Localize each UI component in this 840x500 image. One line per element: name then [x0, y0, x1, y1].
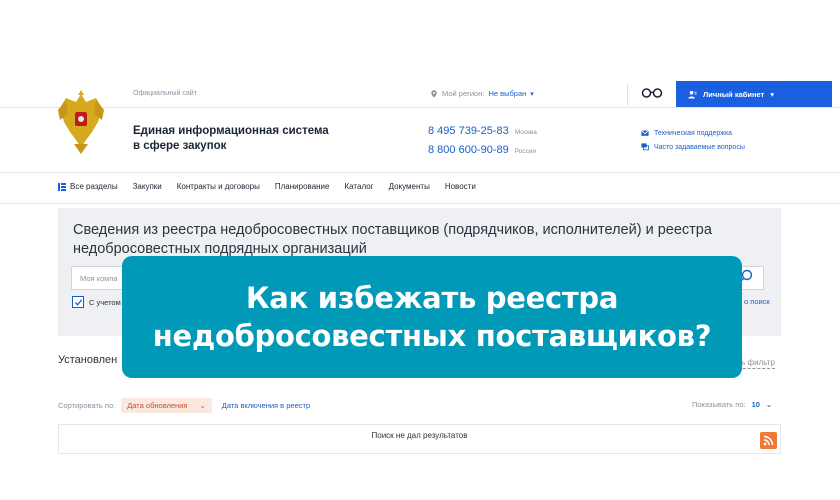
per-page-value[interactable]: 10 [752, 400, 760, 409]
chevron-down-icon: ▾ [530, 90, 534, 98]
personal-cabinet-button[interactable]: Личный кабинет ▾ [676, 81, 832, 107]
nav-item-label: Все разделы [70, 182, 118, 191]
envelope-icon [641, 130, 649, 136]
system-name-line: Единая информационная система [133, 125, 329, 137]
phone-number[interactable]: 8 800 600-90-89 [428, 144, 509, 156]
support-link-faq[interactable]: Часто задаваемые вопросы [641, 140, 745, 154]
glasses-icon[interactable] [641, 87, 663, 99]
sort-row: Сортировать по: Дата обновления ⌄ Дата в… [58, 398, 310, 413]
sort-selected: Дата обновления [127, 401, 188, 410]
chevron-down-icon: ⌄ [199, 401, 206, 410]
checkbox[interactable] [72, 296, 84, 308]
advanced-search-link[interactable]: о поиск [744, 297, 770, 306]
region-selector[interactable]: Мой регион: Не выбран ▾ [430, 89, 534, 98]
nav-item-contracts[interactable]: Контракты и договоры [177, 182, 260, 191]
chevron-down-icon: ⌄ [765, 400, 773, 409]
cabinet-label: Личный кабинет [703, 89, 765, 99]
promo-banner: Как избежать реестра недобросовестных по… [122, 256, 742, 378]
checkmark-icon [74, 299, 83, 306]
sort-label: Сортировать по: [58, 401, 116, 410]
per-page-selector[interactable]: Показывать по: 10 ⌄ [692, 400, 772, 409]
search-placeholder: Моя компа [80, 274, 118, 283]
page-title: Сведения из реестра недобросовестных пос… [73, 222, 712, 257]
sort-option-inclusion-date[interactable]: Дата включения в реестр [222, 401, 310, 410]
support-link-label: Часто задаваемые вопросы [654, 143, 745, 151]
checkbox-label: С учетом [89, 297, 121, 307]
per-page-label: Показывать по: [692, 400, 746, 409]
nav-item-purchases[interactable]: Закупки [133, 182, 162, 191]
coat-of-arms-logo[interactable] [56, 88, 106, 156]
support-links: Техническая поддержка Часто задаваемые в… [641, 126, 745, 154]
filters-title: Установлен [58, 354, 118, 366]
phone-list: 8 495 739-25-83 Москва 8 800 600-90-89 Р… [428, 125, 537, 163]
filter-checkbox-row[interactable]: С учетом [72, 296, 121, 308]
nav-item-planning[interactable]: Планирование [275, 182, 330, 191]
empty-results-text: Поиск не дал результатов [371, 431, 468, 440]
system-name[interactable]: Единая информационная система в сфере за… [133, 124, 363, 154]
chevron-down-icon: ▾ [770, 89, 775, 99]
support-link-label: Техническая поддержка [654, 129, 733, 137]
banner-headline: недобросовестных поставщиков? [152, 319, 712, 353]
phone-city: Россия [514, 148, 537, 155]
rss-icon[interactable] [760, 432, 777, 449]
phone-item: 8 800 600-90-89 Россия [428, 144, 537, 163]
phone-item: 8 495 739-25-83 Москва [428, 125, 537, 144]
system-name-line: в сфере закупок [133, 140, 227, 152]
nav-item-news[interactable]: Новости [445, 182, 476, 191]
location-pin-icon [431, 89, 437, 98]
main-nav: Все разделы Закупки Контракты и договоры… [0, 172, 840, 204]
banner-headline: Как избежать реестра [245, 281, 619, 315]
nav-item-all-sections[interactable]: Все разделы [58, 182, 118, 191]
top-bar: Официальный сайт Мой регион: Не выбран ▾… [0, 80, 840, 108]
user-icon [688, 90, 697, 99]
sections-icon [58, 182, 66, 191]
sort-select[interactable]: Дата обновления ⌄ [121, 398, 212, 413]
nav-item-catalog[interactable]: Каталог [344, 182, 373, 191]
nav-item-documents[interactable]: Документы [389, 182, 430, 191]
region-label: Мой регион: [442, 89, 485, 98]
support-link-tech[interactable]: Техническая поддержка [641, 126, 745, 140]
region-value[interactable]: Не выбран [488, 89, 526, 98]
official-site-label: Официальный сайт [133, 90, 197, 97]
chat-icon [641, 143, 649, 151]
phone-number[interactable]: 8 495 739-25-83 [428, 125, 509, 137]
phone-city: Москва [514, 129, 537, 136]
results-box: Поиск не дал результатов [58, 424, 781, 454]
divider [627, 84, 628, 106]
